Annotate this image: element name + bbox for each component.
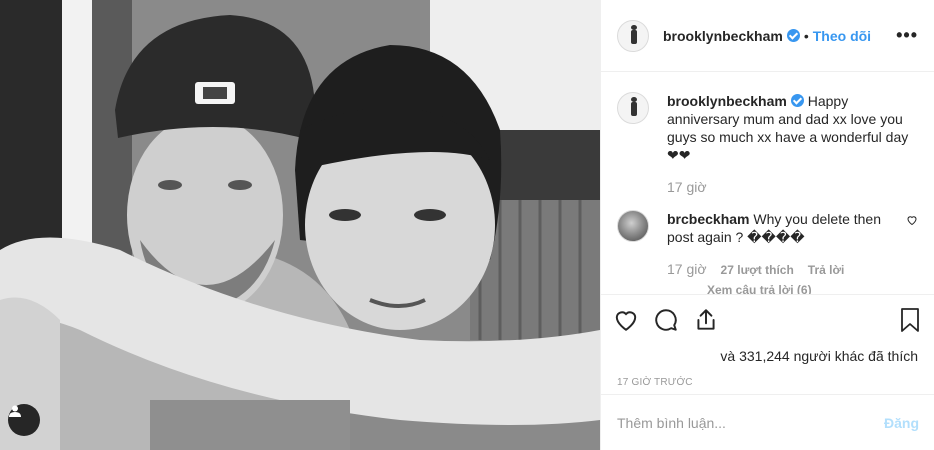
comment-input[interactable] <box>617 414 884 431</box>
comment-like-icon[interactable] <box>906 214 918 226</box>
post-timestamp[interactable]: 17 GIỜ TRƯỚC <box>601 377 934 388</box>
verified-badge-icon <box>790 94 804 107</box>
photo-illustration <box>0 0 600 450</box>
post-side-panel: brooklynbeckham • Theo dõi ••• brooklynb… <box>600 0 934 450</box>
comment-bubble-icon[interactable] <box>653 307 679 333</box>
commenter-username[interactable]: brcbeckham <box>667 211 749 227</box>
author-username[interactable]: brooklynbeckham <box>663 28 783 44</box>
comment-likes[interactable]: 27 lượt thích <box>721 261 794 279</box>
more-options-icon[interactable]: ••• <box>896 25 918 46</box>
comment-time[interactable]: 17 giờ <box>667 260 707 278</box>
post-header: brooklynbeckham • Theo dõi ••• <box>601 0 934 72</box>
comment-item: brcbeckham Why you delete then post agai… <box>617 210 918 279</box>
comments-section[interactable]: brooklynbeckham Happy anniversary mum an… <box>601 72 934 294</box>
add-comment-bar: Đăng <box>601 394 934 450</box>
share-upload-icon[interactable] <box>693 307 719 333</box>
caption-time[interactable]: 17 giờ <box>667 178 707 196</box>
bookmark-icon[interactable] <box>898 307 922 333</box>
reply-button[interactable]: Trả lời <box>808 261 845 279</box>
header-separator: • <box>803 27 809 44</box>
user-tag-icon[interactable] <box>8 404 40 436</box>
likes-summary[interactable]: và 331,244 người khác đã thích <box>601 345 934 367</box>
caption-avatar[interactable] <box>617 92 649 124</box>
caption-username[interactable]: brooklynbeckham <box>667 93 787 109</box>
follow-button[interactable]: Theo dõi <box>813 28 871 44</box>
action-bar <box>601 295 934 345</box>
post-photo[interactable] <box>0 0 600 450</box>
like-heart-icon[interactable] <box>613 307 639 333</box>
commenter-avatar[interactable] <box>617 210 649 242</box>
post-actions-area: và 331,244 người khác đã thích 17 GIỜ TR… <box>601 294 934 388</box>
verified-badge-icon <box>786 29 800 42</box>
post-comment-button[interactable]: Đăng <box>884 415 919 431</box>
author-avatar[interactable] <box>617 19 649 52</box>
view-replies-link[interactable]: Xem câu trả lời (6) <box>707 283 918 294</box>
caption: brooklynbeckham Happy anniversary mum an… <box>617 92 918 196</box>
